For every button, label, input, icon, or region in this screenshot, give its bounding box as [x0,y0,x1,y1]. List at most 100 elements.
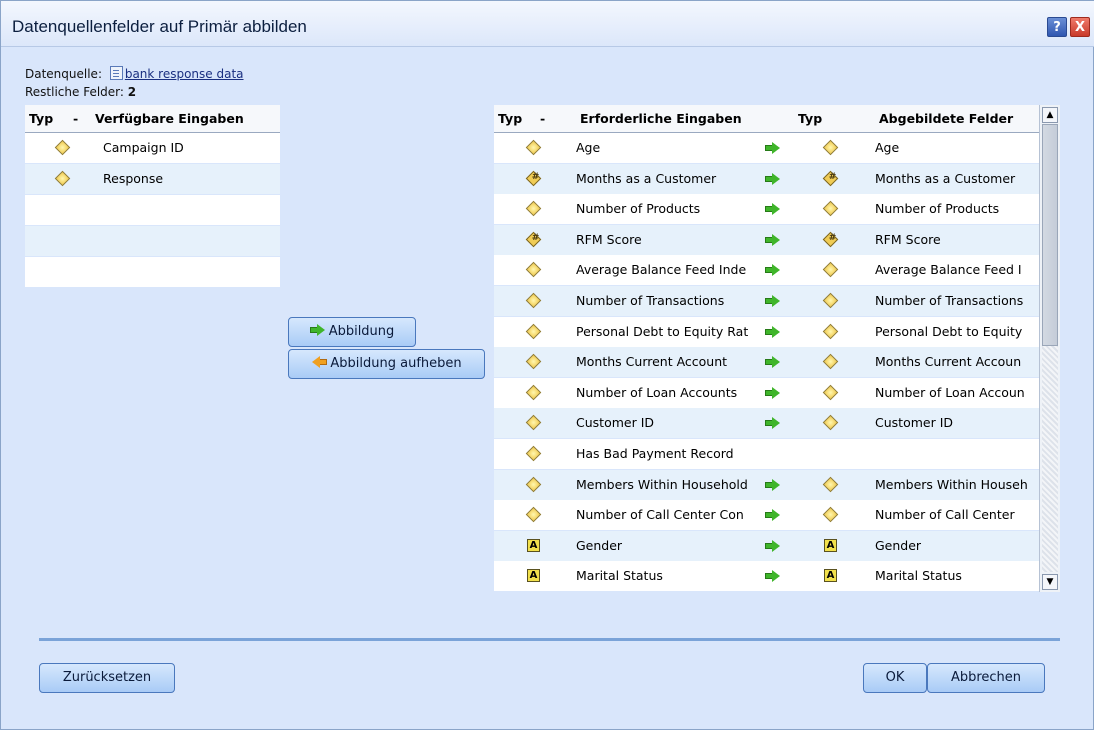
column-type[interactable]: Typ [498,111,522,126]
continuous-type-icon [525,323,542,339]
mapping-arrow-icon [765,172,781,185]
required-field-name: Has Bad Payment Record [576,446,734,461]
continuous-type-icon [822,384,839,401]
table-row[interactable]: Average Balance Feed Inde Average Balance… [494,255,1040,286]
table-row[interactable]: Number of Products Number of Products [494,194,1040,225]
datasource-label: Datenquelle: [25,67,102,81]
mapping-arrow-icon [765,325,781,338]
mapped-field-name: Age [875,140,900,155]
required-field-name: Gender [576,537,623,553]
column-available-inputs[interactable]: Verfügbare Eingaben [95,111,244,126]
continuous-type-icon [822,292,839,309]
dialog-title: Datenquellenfelder auf Primär abbilden [12,17,307,36]
mapped-field-name: Number of Call Center [875,507,1015,523]
footer-separator [39,638,1060,641]
help-button[interactable]: ? [1047,17,1067,37]
mapping-arrow-icon [765,570,781,583]
arrow-left-icon [311,356,328,368]
table-row[interactable]: Members Within Household Members Within H… [494,469,1040,500]
map-button[interactable]: Abbildung [288,317,416,347]
column-mapped-fields[interactable]: Abgebildete Felder [879,111,1013,126]
continuous-type-icon [822,323,839,339]
column-sort[interactable]: - [540,111,545,126]
required-rows: Age Age Months as a CustomerMonths as a Cu… [494,133,1040,592]
vertical-scrollbar[interactable]: ▲ ▼ [1039,105,1060,592]
required-field-name: Customer ID [576,415,655,431]
datasource-icon [109,66,123,80]
required-field-name: Members Within Household [576,476,748,492]
table-row[interactable]: RFM Score RFM Score [494,224,1040,255]
required-field-name: Age [576,140,601,155]
table-row[interactable]: A Marital Status A Marital Status [494,561,1040,592]
mapping-arrow-icon [765,539,781,552]
table-row[interactable]: A Gender A Gender [494,530,1040,561]
column-required-inputs[interactable]: Erforderliche Eingaben [580,111,742,126]
unmap-button[interactable]: Abbildung aufheben [288,349,485,379]
scroll-up-button[interactable]: ▲ [1042,107,1058,123]
datasource-line: Datenquelle: bank response data [25,66,244,81]
mapped-field-name: Average Balance Feed I [875,262,1022,278]
cancel-button[interactable]: Abbrechen [927,663,1045,693]
nominal-type-icon: A [527,569,540,583]
mapping-arrow-icon [765,386,781,399]
scroll-thumb[interactable] [1042,124,1058,346]
available-header: Typ - Verfügbare Eingaben [25,105,280,133]
continuous-type-icon [822,262,839,278]
table-row[interactable]: Customer ID Customer ID [494,408,1040,439]
required-field-name: Marital Status [576,568,663,584]
mapped-field-name: Personal Debt to Equity [875,323,1023,339]
mapped-field-name: Number of Transactions [875,293,1024,308]
scroll-track[interactable] [1042,346,1058,572]
scroll-down-button[interactable]: ▼ [1042,574,1058,590]
mapped-field-name: Number of Loan Accoun [875,384,1025,400]
ordinal-type-icon [525,231,542,248]
remaining-fields: Restliche Felder: 2 [25,85,136,99]
table-row[interactable]: Number of Call Center Con Number of Call … [494,500,1040,531]
ok-button[interactable]: OK [863,663,927,693]
column-mapped-type[interactable]: Typ [798,111,822,126]
required-field-name: Personal Debt to Equity Rat [576,323,749,339]
table-row[interactable]: Number of Transactions Number of Transact… [494,286,1040,316]
reset-button[interactable]: Zurücksetzen [39,663,175,693]
table-row[interactable]: Age Age [494,133,1040,163]
continuous-type-icon [525,292,542,309]
column-sort[interactable]: - [73,111,78,126]
column-type[interactable]: Typ [29,111,53,126]
continuous-type-icon [822,476,839,492]
continuous-type-icon [525,139,542,156]
continuous-type-icon [822,200,839,217]
mapping-arrow-icon [765,264,781,277]
continuous-type-icon [822,415,839,431]
arrow-right-icon [309,324,326,336]
table-row[interactable]: Months as a Customer Months as a Customer [494,163,1040,194]
continuous-type-icon [822,139,839,156]
mapping-arrow-icon [765,203,781,216]
nominal-type-icon: A [824,569,837,583]
table-row[interactable]: Personal Debt to Equity Rat Personal Debt… [494,316,1040,347]
table-row[interactable] [25,195,280,225]
mapped-field-name: Gender [875,537,922,553]
required-field-name: Average Balance Feed Inde [576,262,747,278]
mapping-arrow-icon [765,233,781,246]
table-row[interactable]: Campaign ID [25,133,280,163]
required-field-name: Months as a Customer [576,170,717,186]
required-field-name: Months Current Account [576,354,728,370]
mapping-arrow-icon [765,509,781,522]
mapping-arrow-icon [765,417,781,430]
required-field-name: RFM Score [576,231,642,247]
table-row[interactable] [25,226,280,256]
table-row[interactable] [25,257,280,287]
continuous-type-icon [525,200,542,217]
required-field-name: Number of Products [576,201,701,217]
table-row[interactable]: Has Bad Payment Record [494,439,1040,469]
datasource-link[interactable]: bank response data [125,67,244,81]
map-fields-dialog: Datenquellenfelder auf Primär abbilden ?… [0,0,1094,730]
close-button[interactable]: X [1070,17,1090,37]
table-row[interactable]: Number of Loan Accounts Number of Loan Ac… [494,377,1040,408]
map-label: Abbildung [328,324,395,339]
table-row[interactable]: Response [25,164,280,194]
table-row[interactable]: Months Current Account Months Current Acc… [494,347,1040,378]
continuous-type-icon [525,415,542,431]
continuous-type-icon [54,139,71,156]
nominal-type-icon: A [527,538,540,552]
